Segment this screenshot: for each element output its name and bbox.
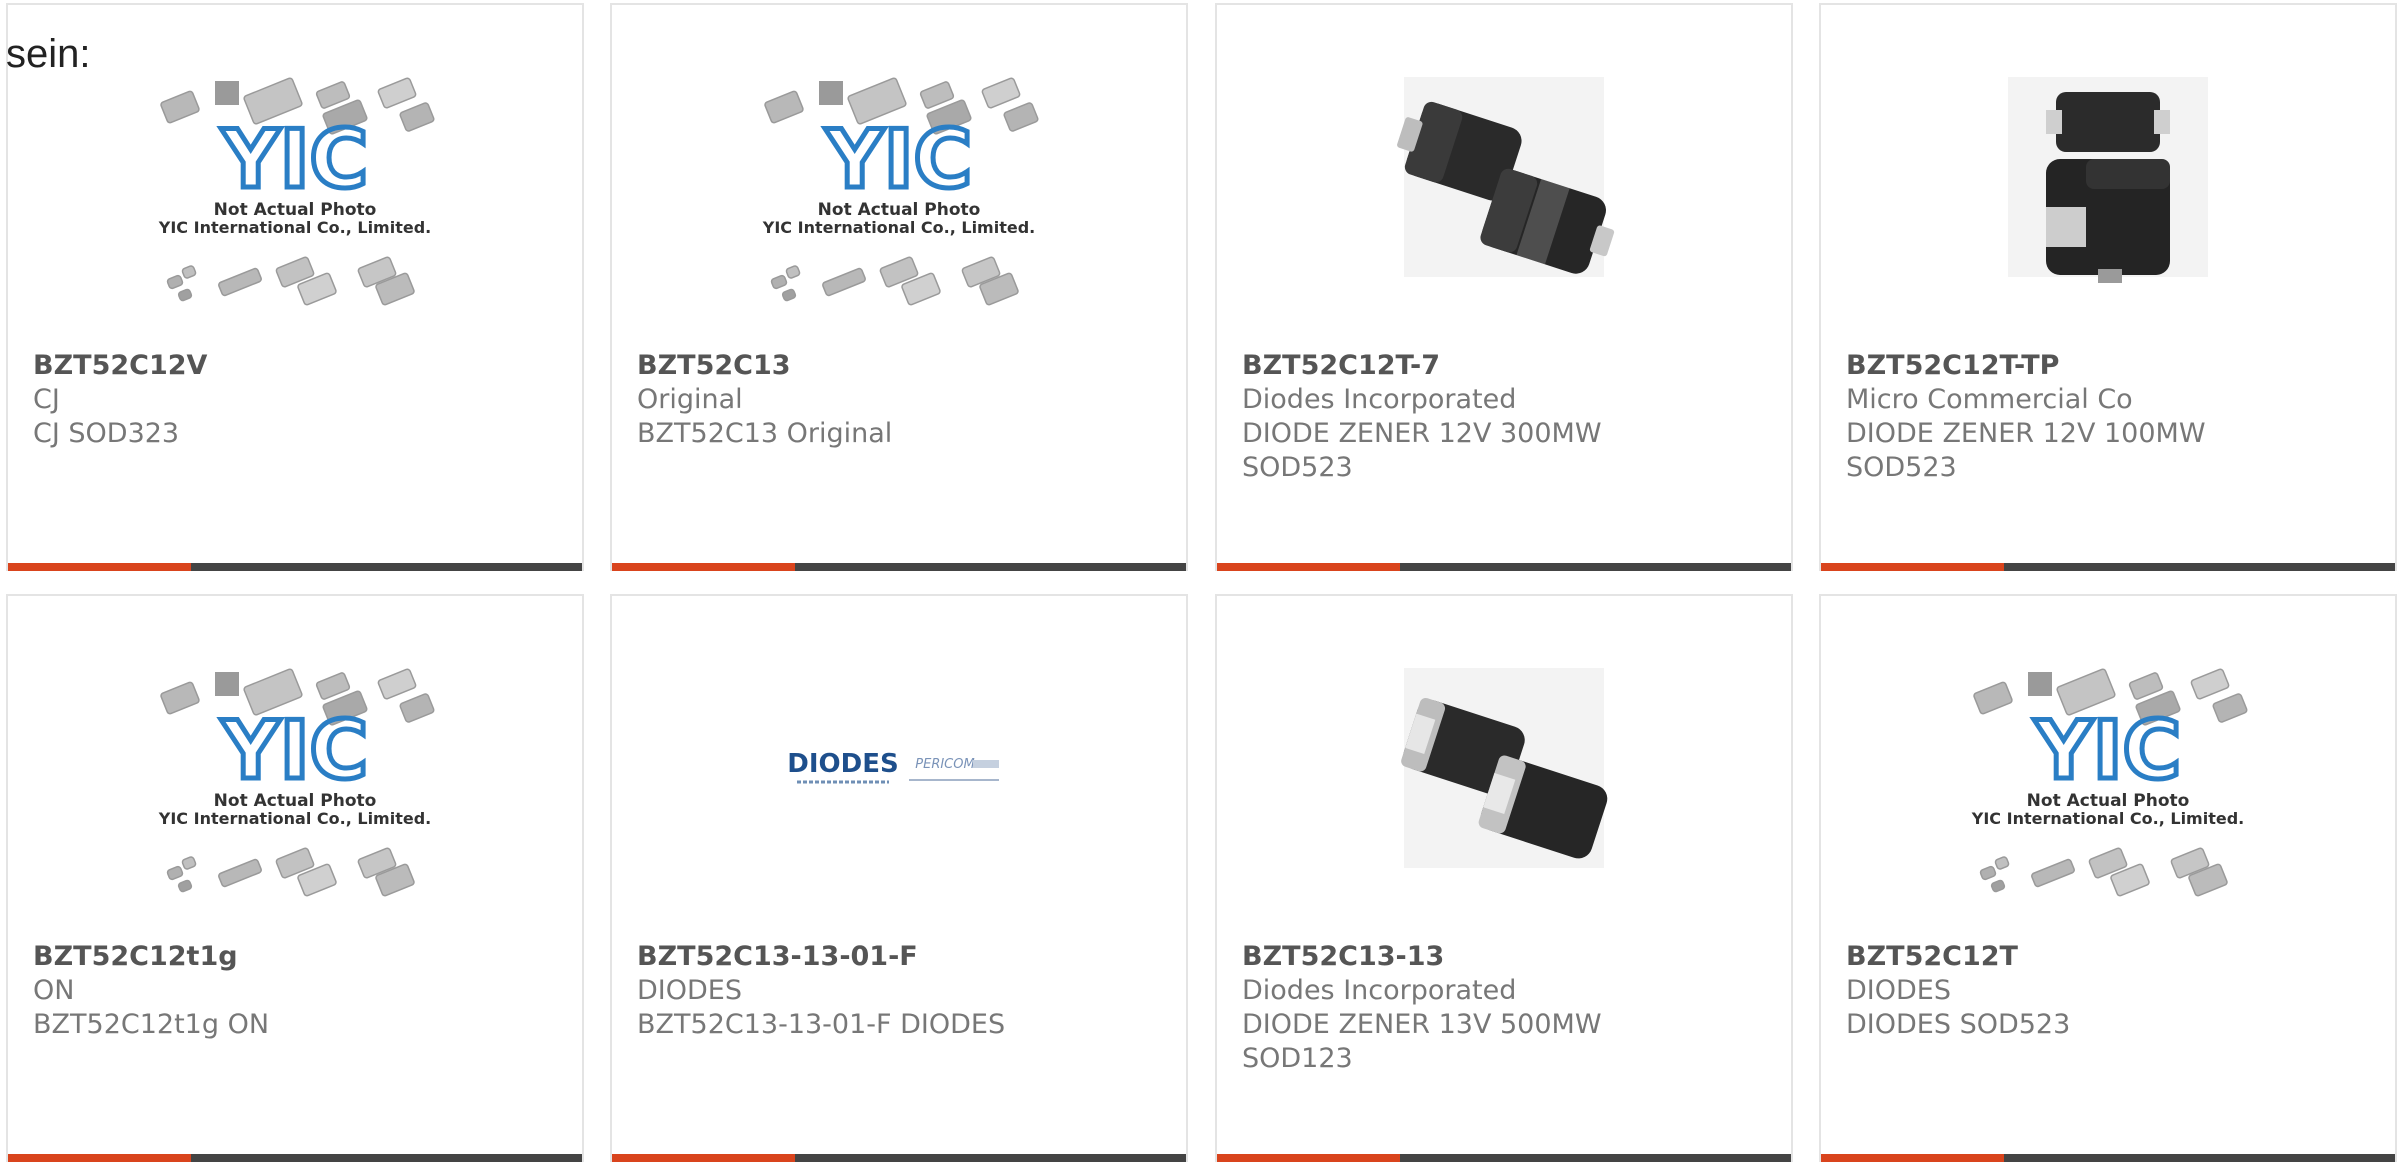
accent-segment	[1217, 563, 1400, 571]
product-info: BZT52C12V CJ CJ SOD323	[33, 349, 562, 451]
product-manufacturer: Diodes Incorporated	[1242, 384, 1517, 415]
product-part-number[interactable]: BZT52C13-13	[1242, 940, 1771, 974]
yic-logo: YIC	[825, 113, 972, 206]
product-card[interactable]: YIC Not Actual Photo YIC International C…	[6, 594, 584, 1162]
bar-segment	[795, 563, 1186, 571]
product-manufacturer: Original	[637, 384, 743, 415]
product-description: BZT52C13 Original	[637, 418, 893, 449]
pericom-logo-text: PERICOM	[915, 757, 974, 772]
product-description: CJ SOD323	[33, 418, 180, 449]
accent-segment	[8, 563, 191, 571]
product-card[interactable]: BZT52C12T-TP Micro Commercial Co DIODE ZEN…	[1819, 3, 2397, 571]
product-manufacturer: DIODES	[1846, 975, 1951, 1006]
diodes-logo-text: DIODES	[787, 749, 898, 779]
placeholder-line1: Not Actual Photo	[214, 200, 377, 220]
product-info: BZT52C12T-7 Diodes Incorporated DIODE ZENE…	[1242, 349, 1771, 485]
product-description: DIODE ZENER 12V 300MW	[1242, 418, 1602, 449]
placeholder-line1: Not Actual Photo	[2027, 791, 2190, 811]
product-info: BZT52C12t1g ON BZT52C12t1g ON	[33, 940, 562, 1042]
placeholder-line2: YIC International Co., Limited.	[158, 218, 431, 237]
card-accent-bar	[612, 563, 1186, 571]
yic-logo: YIC	[221, 113, 368, 206]
product-info: BZT52C12T DIODES DIODES SOD523	[1846, 940, 2375, 1042]
product-image-brand-logo[interactable]: DIODES PERICOM	[612, 658, 1186, 938]
product-part-number[interactable]: BZT52C12V	[33, 349, 562, 383]
accent-segment	[612, 563, 795, 571]
product-image-placeholder[interactable]: YIC Not Actual Photo YIC International C…	[8, 658, 582, 938]
product-info: BZT52C13-13 Diodes Incorporated DIODE ZENE…	[1242, 940, 1771, 1076]
product-manufacturer: DIODES	[637, 975, 742, 1006]
product-description: DIODE ZENER 12V 100MW	[1846, 418, 2206, 449]
product-manufacturer: ON	[33, 975, 75, 1006]
product-info: BZT52C13-13-01-F DIODES BZT52C13-13-01-F D…	[637, 940, 1166, 1042]
product-card[interactable]: BZT52C13-13 Diodes Incorporated DIODE ZENE…	[1215, 594, 1793, 1162]
card-accent-bar	[1217, 563, 1791, 571]
product-image-photo[interactable]	[1217, 658, 1791, 938]
bar-segment	[2004, 563, 2395, 571]
product-info: BZT52C13 Original BZT52C13 Original	[637, 349, 1166, 451]
product-description: BZT52C12t1g ON	[33, 1009, 270, 1040]
placeholder-line1: Not Actual Photo	[818, 200, 981, 220]
product-part-number[interactable]: BZT52C12T-TP	[1846, 349, 2375, 383]
yic-logo: YIC	[2034, 704, 2181, 797]
product-description: BZT52C13-13-01-F DIODES	[637, 1009, 1006, 1040]
product-part-number[interactable]: BZT52C12t1g	[33, 940, 562, 974]
product-part-number[interactable]: BZT52C12T-7	[1242, 349, 1771, 383]
accent-segment	[1821, 563, 2004, 571]
bar-segment	[191, 563, 582, 571]
product-package: SOD123	[1242, 1043, 1353, 1074]
product-card[interactable]: BZT52C12T-7 Diodes Incorporated DIODE ZENE…	[1215, 3, 1793, 571]
product-part-number[interactable]: BZT52C13-13-01-F	[637, 940, 1166, 974]
product-info: BZT52C12T-TP Micro Commercial Co DIODE ZEN…	[1846, 349, 2375, 485]
product-package: SOD523	[1846, 452, 1957, 483]
product-card[interactable]: YIC Not Actual Photo YIC International C…	[1819, 594, 2397, 1162]
placeholder-line2: YIC International Co., Limited.	[1971, 809, 2244, 828]
product-part-number[interactable]: BZT52C12T	[1846, 940, 2375, 974]
product-part-number[interactable]: BZT52C13	[637, 349, 1166, 383]
product-manufacturer: CJ	[33, 384, 60, 415]
product-card[interactable]: YIC Not Actual Photo YIC International C…	[610, 3, 1188, 571]
placeholder-line2: YIC International Co., Limited.	[158, 809, 431, 828]
product-description: DIODE ZENER 13V 500MW	[1242, 1009, 1602, 1040]
bar-segment	[1400, 563, 1791, 571]
product-manufacturer: Diodes Incorporated	[1242, 975, 1517, 1006]
product-image-photo[interactable]	[1821, 67, 2395, 347]
product-manufacturer: Micro Commercial Co	[1846, 384, 2133, 415]
card-accent-bar	[1821, 563, 2395, 571]
product-image-placeholder[interactable]: YIC Not Actual Photo YIC International C…	[612, 67, 1186, 347]
product-image-placeholder[interactable]: YIC Not Actual Photo YIC International C…	[1821, 658, 2395, 938]
product-package: SOD523	[1242, 452, 1353, 483]
placeholder-line2: YIC International Co., Limited.	[762, 218, 1035, 237]
placeholder-line1: Not Actual Photo	[214, 791, 377, 811]
product-image-photo[interactable]	[1217, 67, 1791, 347]
yic-logo: YIC	[221, 704, 368, 797]
product-card[interactable]: YIC Not Actual Photo YIC International C…	[6, 3, 584, 571]
intro-text: sein:	[6, 32, 91, 76]
product-card[interactable]: DIODES PERICOM BZT52C13-13-01-F DIODES BZT…	[610, 594, 1188, 1162]
product-description: DIODES SOD523	[1846, 1009, 2071, 1040]
card-accent-bar	[8, 563, 582, 571]
product-image-placeholder[interactable]: YIC Not Actual Photo YIC International C…	[8, 67, 582, 347]
